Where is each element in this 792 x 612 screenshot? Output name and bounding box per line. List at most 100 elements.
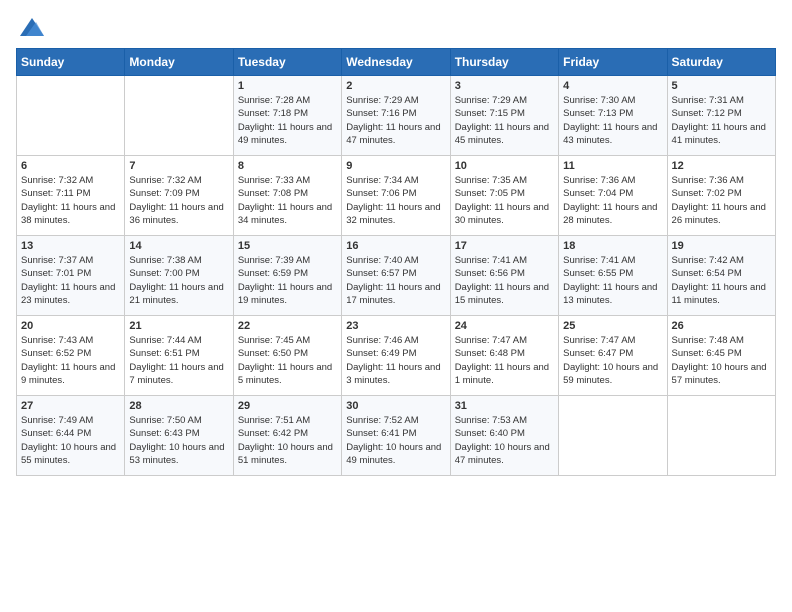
calendar-day-21: 21 Sunrise: 7:44 AM Sunset: 6:51 PM Dayli…: [125, 316, 233, 396]
col-header-wednesday: Wednesday: [342, 49, 450, 76]
day-info: Sunrise: 7:37 AM Sunset: 7:01 PM Dayligh…: [21, 254, 120, 307]
calendar-week-row: 6 Sunrise: 7:32 AM Sunset: 7:11 PM Daylig…: [17, 156, 776, 236]
day-info: Sunrise: 7:42 AM Sunset: 6:54 PM Dayligh…: [672, 254, 771, 307]
calendar-day-5: 5 Sunrise: 7:31 AM Sunset: 7:12 PM Daylig…: [667, 76, 775, 156]
calendar-day-11: 11Sunrise: 7:36 AM Sunset: 7:04 PM Dayli…: [559, 156, 667, 236]
logo-icon: [18, 16, 46, 38]
day-info: Sunrise: 7:46 AM Sunset: 6:49 PM Dayligh…: [346, 334, 445, 387]
day-info: Sunrise: 7:34 AM Sunset: 7:06 PM Dayligh…: [346, 174, 445, 227]
day-info: Sunrise: 7:47 AM Sunset: 6:48 PM Dayligh…: [455, 334, 554, 387]
day-info: Sunrise: 7:53 AM Sunset: 6:40 PM Dayligh…: [455, 414, 554, 467]
day-number: 31: [455, 400, 554, 412]
calendar-day-20: 20 Sunrise: 7:43 AM Sunset: 6:52 PM Dayli…: [17, 316, 125, 396]
day-number: 9: [346, 160, 445, 172]
empty-day: [17, 76, 125, 156]
calendar-day-14: 14Sunrise: 7:38 AM Sunset: 7:00 PM Dayli…: [125, 236, 233, 316]
day-number: 28: [129, 400, 228, 412]
calendar-day-28: 28 Sunrise: 7:50 AM Sunset: 6:43 PM Dayli…: [125, 396, 233, 476]
calendar-day-31: 31 Sunrise: 7:53 AM Sunset: 6:40 PM Dayli…: [450, 396, 558, 476]
day-number: 18: [563, 240, 662, 252]
empty-day: [125, 76, 233, 156]
day-number: 23: [346, 320, 445, 332]
day-info: Sunrise: 7:41 AM Sunset: 6:56 PM Dayligh…: [455, 254, 554, 307]
day-number: 1: [238, 80, 337, 92]
calendar-day-17: 17 Sunrise: 7:41 AM Sunset: 6:56 PM Dayli…: [450, 236, 558, 316]
calendar-day-6: 6 Sunrise: 7:32 AM Sunset: 7:11 PM Daylig…: [17, 156, 125, 236]
day-info: Sunrise: 7:29 AM Sunset: 7:15 PM Dayligh…: [455, 94, 554, 147]
empty-day: [667, 396, 775, 476]
calendar-day-10: 10Sunrise: 7:35 AM Sunset: 7:05 PM Dayli…: [450, 156, 558, 236]
day-number: 29: [238, 400, 337, 412]
calendar-table: SundayMondayTuesdayWednesdayThursdayFrid…: [16, 48, 776, 476]
day-number: 7: [129, 160, 228, 172]
day-number: 12: [672, 160, 771, 172]
day-number: 17: [455, 240, 554, 252]
calendar-day-25: 25 Sunrise: 7:47 AM Sunset: 6:47 PM Dayli…: [559, 316, 667, 396]
calendar-week-row: 1 Sunrise: 7:28 AM Sunset: 7:18 PM Daylig…: [17, 76, 776, 156]
calendar-header-row: SundayMondayTuesdayWednesdayThursdayFrid…: [17, 49, 776, 76]
calendar-day-29: 29 Sunrise: 7:51 AM Sunset: 6:42 PM Dayli…: [233, 396, 341, 476]
day-number: 6: [21, 160, 120, 172]
calendar-day-7: 7Sunrise: 7:32 AM Sunset: 7:09 PM Daylig…: [125, 156, 233, 236]
day-info: Sunrise: 7:51 AM Sunset: 6:42 PM Dayligh…: [238, 414, 337, 467]
calendar-day-15: 15Sunrise: 7:39 AM Sunset: 6:59 PM Dayli…: [233, 236, 341, 316]
calendar-day-24: 24 Sunrise: 7:47 AM Sunset: 6:48 PM Dayli…: [450, 316, 558, 396]
day-info: Sunrise: 7:44 AM Sunset: 6:51 PM Dayligh…: [129, 334, 228, 387]
day-info: Sunrise: 7:52 AM Sunset: 6:41 PM Dayligh…: [346, 414, 445, 467]
day-info: Sunrise: 7:32 AM Sunset: 7:11 PM Dayligh…: [21, 174, 120, 227]
day-number: 4: [563, 80, 662, 92]
day-info: Sunrise: 7:48 AM Sunset: 6:45 PM Dayligh…: [672, 334, 771, 387]
day-info: Sunrise: 7:30 AM Sunset: 7:13 PM Dayligh…: [563, 94, 662, 147]
day-number: 15: [238, 240, 337, 252]
empty-day: [559, 396, 667, 476]
day-number: 14: [129, 240, 228, 252]
day-number: 5: [672, 80, 771, 92]
day-number: 8: [238, 160, 337, 172]
day-number: 3: [455, 80, 554, 92]
calendar-week-row: 20 Sunrise: 7:43 AM Sunset: 6:52 PM Dayli…: [17, 316, 776, 396]
calendar-day-1: 1 Sunrise: 7:28 AM Sunset: 7:18 PM Daylig…: [233, 76, 341, 156]
day-info: Sunrise: 7:45 AM Sunset: 6:50 PM Dayligh…: [238, 334, 337, 387]
day-info: Sunrise: 7:41 AM Sunset: 6:55 PM Dayligh…: [563, 254, 662, 307]
day-number: 25: [563, 320, 662, 332]
calendar-day-3: 3 Sunrise: 7:29 AM Sunset: 7:15 PM Daylig…: [450, 76, 558, 156]
day-number: 20: [21, 320, 120, 332]
day-number: 30: [346, 400, 445, 412]
day-info: Sunrise: 7:43 AM Sunset: 6:52 PM Dayligh…: [21, 334, 120, 387]
calendar-day-30: 30 Sunrise: 7:52 AM Sunset: 6:41 PM Dayli…: [342, 396, 450, 476]
col-header-friday: Friday: [559, 49, 667, 76]
day-number: 2: [346, 80, 445, 92]
col-header-tuesday: Tuesday: [233, 49, 341, 76]
col-header-sunday: Sunday: [17, 49, 125, 76]
day-info: Sunrise: 7:33 AM Sunset: 7:08 PM Dayligh…: [238, 174, 337, 227]
calendar-day-22: 22 Sunrise: 7:45 AM Sunset: 6:50 PM Dayli…: [233, 316, 341, 396]
day-info: Sunrise: 7:36 AM Sunset: 7:02 PM Dayligh…: [672, 174, 771, 227]
calendar-day-18: 18 Sunrise: 7:41 AM Sunset: 6:55 PM Dayli…: [559, 236, 667, 316]
page-header: [16, 16, 776, 38]
day-number: 27: [21, 400, 120, 412]
day-info: Sunrise: 7:49 AM Sunset: 6:44 PM Dayligh…: [21, 414, 120, 467]
day-info: Sunrise: 7:31 AM Sunset: 7:12 PM Dayligh…: [672, 94, 771, 147]
calendar-day-2: 2Sunrise: 7:29 AM Sunset: 7:16 PM Daylig…: [342, 76, 450, 156]
calendar-week-row: 13 Sunrise: 7:37 AM Sunset: 7:01 PM Dayli…: [17, 236, 776, 316]
day-number: 13: [21, 240, 120, 252]
day-info: Sunrise: 7:28 AM Sunset: 7:18 PM Dayligh…: [238, 94, 337, 147]
day-number: 19: [672, 240, 771, 252]
day-info: Sunrise: 7:36 AM Sunset: 7:04 PM Dayligh…: [563, 174, 662, 227]
calendar-day-13: 13 Sunrise: 7:37 AM Sunset: 7:01 PM Dayli…: [17, 236, 125, 316]
day-number: 22: [238, 320, 337, 332]
day-number: 26: [672, 320, 771, 332]
col-header-saturday: Saturday: [667, 49, 775, 76]
calendar-day-9: 9 Sunrise: 7:34 AM Sunset: 7:06 PM Daylig…: [342, 156, 450, 236]
logo: [16, 16, 48, 38]
day-number: 10: [455, 160, 554, 172]
calendar-day-16: 16Sunrise: 7:40 AM Sunset: 6:57 PM Dayli…: [342, 236, 450, 316]
col-header-thursday: Thursday: [450, 49, 558, 76]
day-info: Sunrise: 7:47 AM Sunset: 6:47 PM Dayligh…: [563, 334, 662, 387]
day-info: Sunrise: 7:50 AM Sunset: 6:43 PM Dayligh…: [129, 414, 228, 467]
day-number: 21: [129, 320, 228, 332]
calendar-day-19: 19 Sunrise: 7:42 AM Sunset: 6:54 PM Dayli…: [667, 236, 775, 316]
calendar-day-12: 12 Sunrise: 7:36 AM Sunset: 7:02 PM Dayli…: [667, 156, 775, 236]
day-number: 16: [346, 240, 445, 252]
day-number: 24: [455, 320, 554, 332]
